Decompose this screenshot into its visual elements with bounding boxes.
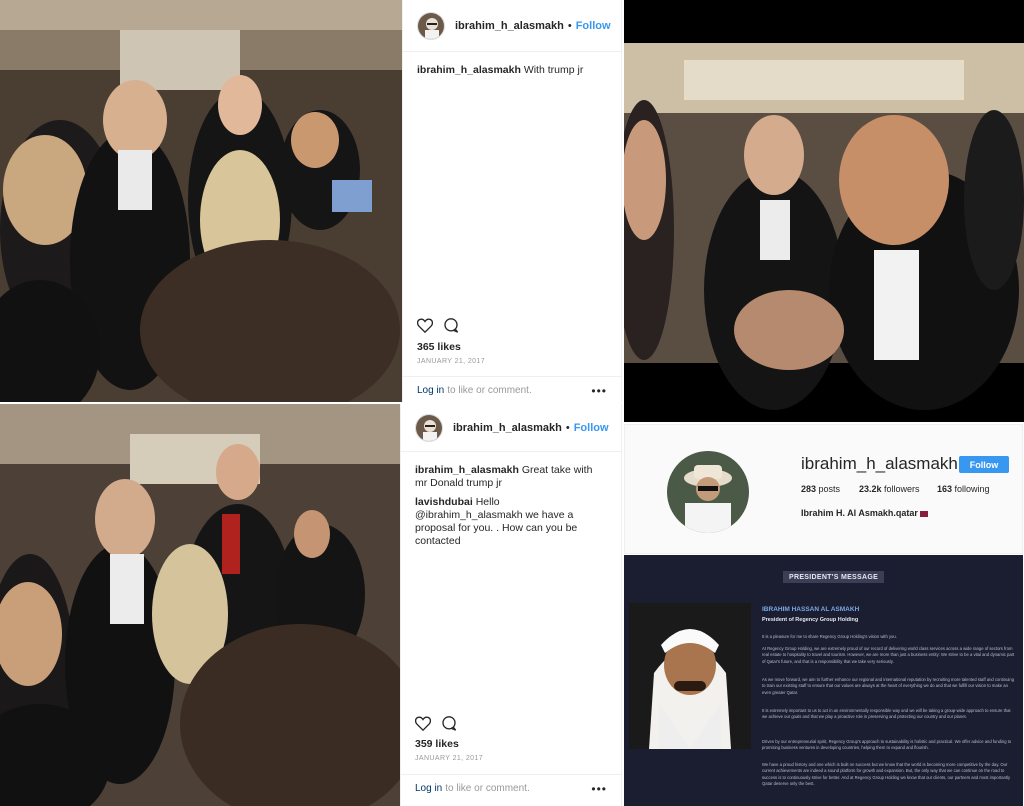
post-caption: ibrahim_h_alasmakh With trump jr [403,52,621,77]
event-photo-1-image [0,0,402,402]
user-avatar[interactable] [415,413,443,442]
profile-username: ibrahim_h_alasmakh [801,454,958,473]
comment-username[interactable]: lavishdubai [415,496,473,508]
likes-count[interactable]: 359 likes [415,738,459,750]
profile-stats: 283 posts 23.2k followers 163 following [801,484,990,494]
more-options-icon[interactable]: ••• [591,384,607,398]
section-title: PRESIDENT'S MESSAGE [783,571,885,583]
presidents-message-section: PRESIDENT'S MESSAGE IBRAHIM HASSAN AL AS… [624,555,1023,806]
follow-button[interactable]: Follow [574,422,609,434]
event-photo-2 [0,404,400,806]
post-date: JANUARY 21, 2017 [417,358,486,365]
login-link[interactable]: Log in [417,385,444,396]
login-link[interactable]: Log in [415,783,442,794]
message-paragraph-4: It is extremely important to us to act i… [762,708,1011,720]
heart-icon[interactable] [415,716,431,731]
comment-icon[interactable] [443,318,459,333]
post-actions [415,716,457,731]
caption-text: With trump jr [523,64,584,76]
post-caption: ibrahim_h_alasmakh Great take with mr Do… [401,452,621,490]
profile-avatar[interactable] [667,451,749,533]
login-prompt: to like or comment. [445,783,530,794]
comment-icon[interactable] [441,716,457,731]
user-avatar[interactable] [417,11,445,40]
following-stat[interactable]: 163 following [937,484,990,494]
instagram-post-2: ibrahim_h_alasmakh • Follow ibrahim_h_al… [400,404,622,806]
caption-username[interactable]: ibrahim_h_alasmakh [415,464,519,476]
event-photo-3 [624,0,1024,422]
instagram-profile-card: ibrahim_h_alasmakh Follow 283 posts 23.2… [624,424,1023,554]
posts-count: 283 [801,484,817,494]
separator-dot: • [567,19,572,32]
followers-count: 23.2k [859,484,882,494]
following-count: 163 [937,484,953,494]
profile-follow-button[interactable]: Follow [959,456,1009,473]
message-paragraph-5: Driven by our entrepreneurial spirit, Re… [762,739,1012,751]
login-row: Log in to like or comment. ••• [403,376,621,404]
post-header: ibrahim_h_alasmakh • Follow [401,404,621,452]
follow-button[interactable]: Follow [576,20,611,32]
message-paragraph-2: At Regency Group Holding, we are extreme… [762,646,1015,664]
post-username[interactable]: ibrahim_h_alasmakh [455,20,564,32]
profile-full-name: Ibrahim H. Al Asmakh.qatar [801,508,928,518]
followers-stat[interactable]: 23.2k followers [859,484,937,494]
post-date: JANUARY 21, 2017 [415,755,484,762]
instagram-post-1: ibrahim_h_alasmakh • Follow ibrahim_h_al… [402,0,622,402]
president-portrait [629,603,751,749]
post-header: ibrahim_h_alasmakh • Follow [403,0,621,52]
more-options-icon[interactable]: ••• [591,782,607,796]
login-prompt: to like or comment. [447,385,532,396]
posts-stat[interactable]: 283 posts [801,484,859,494]
followers-label: followers [884,484,920,494]
event-photo-2-image [0,404,400,806]
likes-count[interactable]: 365 likes [417,341,461,353]
event-photo-3-image [624,0,1024,422]
following-label: following [954,484,990,494]
message-paragraph-6: We have a proud history and one which is… [762,762,1011,787]
post-username[interactable]: ibrahim_h_alasmakh [453,422,562,434]
caption-username[interactable]: ibrahim_h_alasmakh [417,64,521,76]
login-row: Log in to like or comment. ••• [401,774,621,802]
heart-icon[interactable] [417,318,433,333]
qatar-flag-icon [919,510,928,517]
post-actions [417,318,459,333]
message-paragraph-3: As we move forward, we aim to further en… [762,677,1015,695]
message-paragraph-1: It is a pleasure for me to share Regency… [762,634,897,639]
posts-label: posts [818,484,841,494]
comment: lavishdubai Hello @ibrahim_h_alasmakh we… [401,490,621,548]
separator-dot: • [565,421,570,434]
president-name: IBRAHIM HASSAN AL ASMAKH [762,606,860,613]
full-name-text: Ibrahim H. Al Asmakh.qatar [801,508,918,518]
event-photo-1 [0,0,402,402]
president-role: President of Regency Group Holding [762,617,859,623]
